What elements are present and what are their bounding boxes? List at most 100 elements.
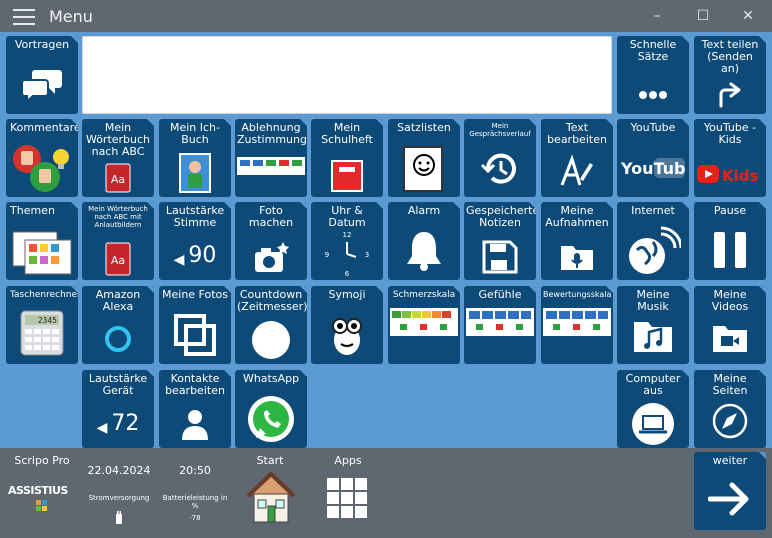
- device-volume-button[interactable]: Lautstärke Gerät ◀ 72: [82, 370, 154, 448]
- kids-logo-text: Kids: [722, 167, 759, 185]
- rating-scale-button[interactable]: Bewertungsskala: [541, 286, 613, 364]
- rating-scale-label: Bewertungsskala: [543, 290, 612, 299]
- red-notebook-icon: [311, 159, 383, 193]
- reject-approve-button[interactable]: Ablehnung Zustimmung: [235, 119, 307, 197]
- video-folder-icon: [694, 322, 766, 354]
- notebook-button[interactable]: Mein Schulheft: [311, 119, 383, 197]
- countdown-label: Countdown (Zeitmesser): [237, 288, 307, 313]
- my-videos-button[interactable]: Meine Videos: [694, 286, 766, 364]
- amazon-alexa-button[interactable]: Amazon Alexa: [82, 286, 154, 364]
- speak-label: Vortragen: [14, 38, 70, 51]
- compass-icon: [694, 402, 766, 440]
- apps-grid-icon[interactable]: [327, 478, 369, 524]
- conversation-history-button[interactable]: Mein Gesprächsverlauf: [464, 119, 536, 197]
- window-title: Menu: [49, 7, 93, 26]
- title-bar: Menu – ☐ ✕: [0, 0, 772, 32]
- pause-label: Pause: [713, 204, 747, 217]
- clock-date-button[interactable]: Uhr & Datum 12 3 6 9: [311, 202, 383, 280]
- youtube-kids-button[interactable]: YouTube - Kids Kids: [694, 119, 766, 197]
- dictionary-abc-button[interactable]: Mein Wörterbuch nach ABC Aa: [82, 119, 154, 197]
- dictionary-abc-label: Mein Wörterbuch nach ABC: [85, 121, 151, 158]
- symoji-face-icon: [311, 314, 383, 358]
- internet-label: Internet: [631, 204, 675, 217]
- clock-number-6: 6: [345, 270, 350, 278]
- pain-scale-button[interactable]: Schmerzskala: [388, 286, 460, 364]
- pause-button[interactable]: Pause: [694, 202, 766, 280]
- my-pages-button[interactable]: Meine Seiten: [694, 370, 766, 448]
- my-book-button[interactable]: Mein Ich- Buch: [159, 119, 231, 197]
- next-button[interactable]: weiter: [694, 452, 766, 530]
- arrow-right-icon: [694, 482, 766, 516]
- clock-date-label: Uhr & Datum: [328, 204, 366, 229]
- dictionary-pictures-letters: Aa: [111, 254, 125, 267]
- voice-volume-button[interactable]: Lautstärke Stimme ◀ 90: [159, 202, 231, 280]
- whatsapp-button[interactable]: WhatsApp: [235, 370, 307, 448]
- edit-text-label: Text bearbeiten: [547, 121, 607, 146]
- comments-button[interactable]: Kommentare: [6, 119, 78, 197]
- take-photo-button[interactable]: Foto machen: [235, 202, 307, 280]
- person-icon: [159, 408, 231, 440]
- music-folder-icon: [617, 318, 689, 354]
- alarm-label: Alarm: [407, 204, 441, 217]
- my-videos-label: Meine Videos: [711, 288, 749, 313]
- device-volume-readout: ◀ 72: [82, 411, 154, 437]
- picture-cards-icon: [6, 226, 78, 276]
- edit-text-button[interactable]: Text bearbeiten: [541, 119, 613, 197]
- speak-button[interactable]: Vortragen: [6, 36, 78, 114]
- my-music-button[interactable]: Meine Musik: [617, 286, 689, 364]
- whatsapp-icon: [235, 394, 307, 444]
- next-label: weiter: [712, 454, 748, 467]
- youtube-button[interactable]: YouTube YouTube: [617, 119, 689, 197]
- hamburger-menu-icon[interactable]: [13, 9, 35, 25]
- whatsapp-label: WhatsApp: [242, 372, 300, 385]
- speech-bubbles-icon: [6, 68, 78, 102]
- share-text-button[interactable]: Text teilen (Senden an): [694, 36, 766, 114]
- pain-scale-label: Schmerzskala: [392, 290, 456, 300]
- feelings-button[interactable]: Gefühle: [464, 286, 536, 364]
- reject-approve-label: Ablehnung Zustimmung: [237, 121, 307, 146]
- my-recordings-button[interactable]: Meine Aufnahmen: [541, 202, 613, 280]
- laptop-circle-icon: [617, 402, 689, 446]
- calculator-display: 2345: [38, 316, 57, 325]
- bell-icon: [388, 230, 460, 272]
- symoji-label: Symoji: [328, 288, 366, 301]
- dictionary-pictures-button[interactable]: Mein Wörterbuch nach ABC mit Anlautbilde…: [82, 202, 154, 280]
- saved-notes-button[interactable]: Gespeicherte Notizen: [464, 202, 536, 280]
- message-text-area[interactable]: [82, 36, 612, 114]
- my-pages-label: Meine Seiten: [712, 372, 748, 397]
- person-book-icon: [159, 153, 231, 193]
- analog-clock-icon: 12 3 6 9: [311, 230, 383, 278]
- status-bar: Scripo Pro ASSISTIUS 22.04.2024 Stromver…: [0, 448, 772, 538]
- thumbs-icon: [6, 137, 78, 195]
- notebook-label: Mein Schulheft: [321, 121, 373, 146]
- voice-volume-readout: ◀ 90: [159, 244, 231, 269]
- countdown-button[interactable]: Countdown (Zeitmesser): [235, 286, 307, 364]
- feelings-label: Gefühle: [478, 288, 522, 301]
- computer-off-label: Computer aus: [625, 372, 681, 397]
- amazon-alexa-label: Amazon Alexa: [95, 288, 141, 313]
- calculator-button[interactable]: Taschenrechner 2345: [6, 286, 78, 364]
- computer-off-button[interactable]: Computer aus: [617, 370, 689, 448]
- calculator-icon: 2345: [6, 310, 78, 356]
- device-volume-value: 72: [111, 411, 140, 436]
- maximize-button[interactable]: ☐: [690, 6, 716, 26]
- topics-label: Themen: [10, 204, 55, 217]
- edit-contacts-button[interactable]: Kontakte bearbeiten: [159, 370, 231, 448]
- sentence-lists-button[interactable]: Satzlisten: [388, 119, 460, 197]
- close-button[interactable]: ✕: [735, 6, 761, 26]
- microphone-folder-icon: [541, 242, 613, 272]
- my-photos-button[interactable]: Meine Fotos: [159, 286, 231, 364]
- quick-sentences-button[interactable]: Schnelle Sätze: [617, 36, 689, 114]
- topics-button[interactable]: Themen: [6, 202, 78, 280]
- date-display: 22.04.2024: [87, 464, 151, 477]
- minimize-button[interactable]: –: [644, 6, 670, 26]
- dictionary-pictures-label: Mein Wörterbuch nach ABC mit Anlautbilde…: [88, 205, 148, 229]
- youtube-kids-logo-icon: Kids: [694, 163, 766, 185]
- alarm-button[interactable]: Alarm: [388, 202, 460, 280]
- floppy-disk-icon: [464, 240, 536, 274]
- quick-sentences-label: Schnelle Sätze: [629, 38, 677, 63]
- symoji-button[interactable]: Symoji: [311, 286, 383, 364]
- house-icon[interactable]: [244, 470, 298, 530]
- dictionary-red-icon: Aa: [82, 242, 154, 276]
- internet-button[interactable]: Internet: [617, 202, 689, 280]
